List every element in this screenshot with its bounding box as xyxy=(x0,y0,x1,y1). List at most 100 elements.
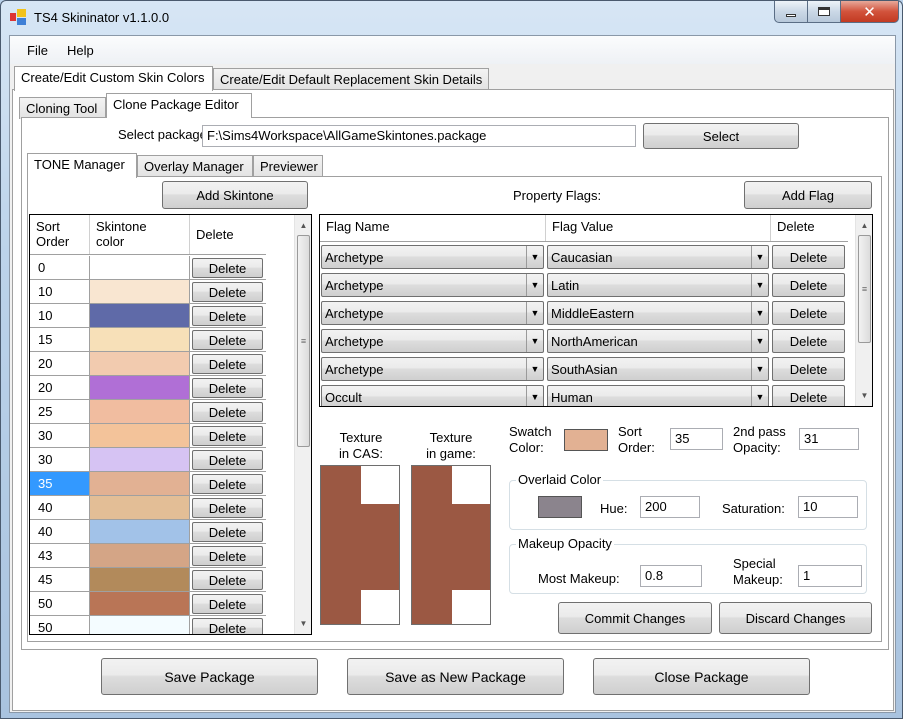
flag-name-select[interactable]: Archetype▼ xyxy=(321,357,544,381)
flag-name-select[interactable]: Occult▼ xyxy=(321,385,544,407)
sort-order-cell[interactable]: 40 xyxy=(30,496,90,520)
delete-skintone-button[interactable]: Delete xyxy=(192,282,263,302)
skintone-color-cell[interactable] xyxy=(90,616,190,635)
scroll-thumb[interactable]: ≡ xyxy=(297,235,310,447)
sort-order-cell[interactable]: 50 xyxy=(30,616,90,635)
delete-flag-button[interactable]: Delete xyxy=(772,245,845,269)
delete-skintone-button[interactable]: Delete xyxy=(192,258,263,278)
most-makeup-input[interactable]: 0.8 xyxy=(640,565,702,587)
delete-flag-button[interactable]: Delete xyxy=(772,301,845,325)
skintone-row[interactable]: 20Delete xyxy=(30,376,266,400)
flag-value-select[interactable]: SouthAsian▼ xyxy=(547,357,769,381)
flag-value-select[interactable]: MiddleEastern▼ xyxy=(547,301,769,325)
sort-order-cell[interactable]: 30 xyxy=(30,448,90,472)
scroll-down-icon[interactable]: ▼ xyxy=(856,387,873,404)
dropdown-arrow-icon[interactable]: ▼ xyxy=(751,246,768,268)
scroll-down-icon[interactable]: ▼ xyxy=(295,615,312,632)
tab-clone-package-editor[interactable]: Clone Package Editor xyxy=(106,93,252,118)
delete-flag-button[interactable]: Delete xyxy=(772,273,845,297)
second-pass-opacity-input[interactable]: 31 xyxy=(799,428,859,450)
menu-help[interactable]: Help xyxy=(67,43,94,58)
delete-skintone-button[interactable]: Delete xyxy=(192,546,263,566)
special-makeup-input[interactable]: 1 xyxy=(798,565,862,587)
skintone-row[interactable]: 30Delete xyxy=(30,424,266,448)
flag-value-select[interactable]: Caucasian▼ xyxy=(547,245,769,269)
dropdown-arrow-icon[interactable]: ▼ xyxy=(751,386,768,407)
commit-changes-button[interactable]: Commit Changes xyxy=(558,602,712,634)
header-sort-order[interactable]: Sort Order xyxy=(30,215,90,254)
skintone-row[interactable]: 43Delete xyxy=(30,544,266,568)
skintone-row[interactable]: 45Delete xyxy=(30,568,266,592)
tab-cloning-tool[interactable]: Cloning Tool xyxy=(19,97,106,119)
skintone-row[interactable]: 35Delete xyxy=(30,472,266,496)
skintone-color-cell[interactable] xyxy=(90,448,190,472)
skintone-color-cell[interactable] xyxy=(90,592,190,616)
skintone-row[interactable]: 10 Delete xyxy=(30,280,266,304)
skintone-row[interactable]: 10Delete xyxy=(30,304,266,328)
saturation-input[interactable]: 10 xyxy=(798,496,858,518)
close-package-button[interactable]: Close Package xyxy=(593,658,810,695)
header-skintone-color[interactable]: Skintone color xyxy=(90,215,190,254)
skintone-scrollbar[interactable]: ▲ ≡ ▼ xyxy=(294,215,311,634)
flag-value-select[interactable]: Latin▼ xyxy=(547,273,769,297)
skintone-row[interactable]: 20Delete xyxy=(30,352,266,376)
skintone-row[interactable]: 50 Delete xyxy=(30,616,266,635)
header-flag-delete[interactable]: Delete xyxy=(771,215,848,241)
delete-skintone-button[interactable]: Delete xyxy=(192,522,263,542)
flag-value-select[interactable]: NorthAmerican▼ xyxy=(547,329,769,353)
flag-name-select[interactable]: Archetype▼ xyxy=(321,273,544,297)
skintone-color-cell[interactable] xyxy=(90,280,190,304)
hue-input[interactable]: 200 xyxy=(640,496,700,518)
dropdown-arrow-icon[interactable]: ▼ xyxy=(526,246,543,268)
delete-skintone-button[interactable]: Delete xyxy=(192,330,263,350)
sort-order-cell[interactable]: 15 xyxy=(30,328,90,352)
skintone-color-cell[interactable] xyxy=(90,496,190,520)
skintone-row[interactable]: 15 Delete xyxy=(30,328,266,352)
skintone-row[interactable]: 25 Delete xyxy=(30,400,266,424)
sort-order-cell[interactable]: 50 xyxy=(30,592,90,616)
tab-tone-manager[interactable]: TONE Manager xyxy=(27,153,137,178)
scroll-up-icon[interactable]: ▲ xyxy=(856,217,873,234)
delete-flag-button[interactable]: Delete xyxy=(772,329,845,353)
skintone-row[interactable]: 40Delete xyxy=(30,520,266,544)
sort-order-cell[interactable]: 35 xyxy=(30,472,90,496)
tab-custom-skin-colors[interactable]: Create/Edit Custom Skin Colors xyxy=(14,66,213,91)
sort-order-input[interactable]: 35 xyxy=(670,428,723,450)
skintone-color-cell[interactable] xyxy=(90,520,190,544)
add-flag-button[interactable]: Add Flag xyxy=(744,181,872,209)
sort-order-cell[interactable]: 25 xyxy=(30,400,90,424)
skintone-color-cell[interactable] xyxy=(90,544,190,568)
delete-skintone-button[interactable]: Delete xyxy=(192,402,263,422)
skintone-row[interactable]: 30Delete xyxy=(30,448,266,472)
add-skintone-button[interactable]: Add Skintone xyxy=(162,181,308,209)
delete-skintone-button[interactable]: Delete xyxy=(192,594,263,614)
maximize-button[interactable] xyxy=(808,1,841,23)
flags-scrollbar[interactable]: ▲ ≡ ▼ xyxy=(855,215,872,406)
delete-skintone-button[interactable]: Delete xyxy=(192,618,263,635)
sort-order-cell[interactable]: 10 xyxy=(30,280,90,304)
delete-flag-button[interactable]: Delete xyxy=(772,357,845,381)
skintone-color-cell[interactable] xyxy=(90,328,190,352)
delete-skintone-button[interactable]: Delete xyxy=(192,570,263,590)
skintone-color-cell[interactable] xyxy=(90,304,190,328)
scroll-up-icon[interactable]: ▲ xyxy=(295,217,312,234)
delete-skintone-button[interactable]: Delete xyxy=(192,498,263,518)
save-package-button[interactable]: Save Package xyxy=(101,658,318,695)
dropdown-arrow-icon[interactable]: ▼ xyxy=(751,358,768,380)
sort-order-cell[interactable]: 20 xyxy=(30,352,90,376)
header-delete[interactable]: Delete xyxy=(190,215,266,254)
minimize-button[interactable] xyxy=(774,1,808,23)
tab-default-replacement[interactable]: Create/Edit Default Replacement Skin Det… xyxy=(213,68,489,90)
skintone-color-cell[interactable] xyxy=(90,256,190,280)
select-package-button[interactable]: Select xyxy=(643,123,799,149)
skintone-color-cell[interactable] xyxy=(90,472,190,496)
swatch-color-picker[interactable] xyxy=(564,429,608,451)
flag-name-select[interactable]: Archetype▼ xyxy=(321,329,544,353)
delete-flag-button[interactable]: Delete xyxy=(772,385,845,407)
dropdown-arrow-icon[interactable]: ▼ xyxy=(751,302,768,324)
dropdown-arrow-icon[interactable]: ▼ xyxy=(526,330,543,352)
title-bar[interactable]: TS4 Skininator v1.1.0.0 ✕ xyxy=(1,1,902,35)
tab-previewer[interactable]: Previewer xyxy=(253,155,323,177)
header-flag-name[interactable]: Flag Name xyxy=(320,215,546,241)
skintone-row[interactable]: 50 Delete xyxy=(30,592,266,616)
